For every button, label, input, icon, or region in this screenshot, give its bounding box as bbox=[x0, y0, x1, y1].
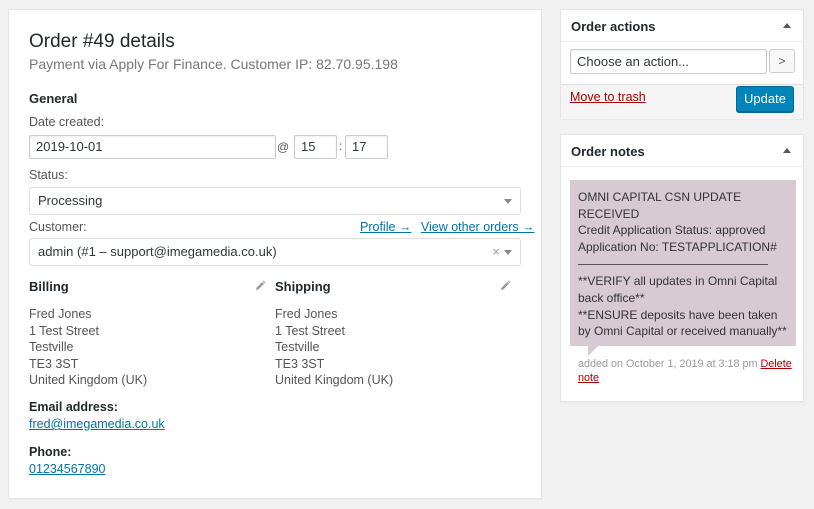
email-label: Email address: bbox=[29, 400, 118, 414]
note-line: back office** bbox=[578, 290, 645, 305]
dropdown-caret-icon bbox=[504, 250, 512, 255]
billing-city: Testville bbox=[29, 340, 74, 355]
status-label: Status: bbox=[29, 168, 68, 182]
note-line: by Omni Capital or received manually** bbox=[578, 324, 787, 339]
order-notes-box: Order notes OMNI CAPITAL CSN UPDATE RECE… bbox=[560, 134, 804, 402]
note-content: OMNI CAPITAL CSN UPDATE RECEIVED Credit … bbox=[570, 180, 796, 346]
order-details-panel: Order #49 details Payment via Apply For … bbox=[8, 9, 542, 499]
order-actions-box: Order actions Choose an action... > Move… bbox=[560, 9, 804, 119]
billing-address: Fred Jones 1 Test Street Testville TE3 3… bbox=[29, 306, 147, 389]
order-actions-header[interactable]: Order actions bbox=[561, 10, 803, 42]
note-line: RECEIVED bbox=[578, 206, 640, 221]
apply-action-button[interactable]: > bbox=[769, 49, 795, 73]
date-created-label: Date created: bbox=[29, 115, 105, 129]
customer-label: Customer: bbox=[29, 220, 87, 234]
general-heading: General bbox=[29, 91, 78, 106]
billing-name: Fred Jones bbox=[29, 307, 92, 321]
toggle-triangle-icon[interactable] bbox=[783, 148, 791, 153]
note-line: Credit Application Status: approved bbox=[578, 223, 766, 238]
customer-value: admin (#1 – support@imegamedia.co.uk) bbox=[38, 244, 277, 259]
edit-pencil-icon[interactable] bbox=[499, 280, 511, 292]
note-timestamp: added on October 1, 2019 at 3:18 pm bbox=[578, 358, 758, 370]
note-line: **ENSURE deposits have been taken bbox=[578, 307, 778, 322]
chevron-right-icon: > bbox=[778, 54, 786, 68]
at-separator: @ bbox=[277, 140, 290, 154]
billing-heading: Billing bbox=[29, 279, 69, 294]
view-other-orders-link[interactable]: View other orders → bbox=[421, 220, 535, 234]
email-link[interactable]: fred@imegamedia.co.uk bbox=[29, 417, 165, 431]
time-colon: : bbox=[339, 139, 343, 153]
page-title: Order #49 details bbox=[29, 31, 175, 52]
phone-link[interactable]: 01234567890 bbox=[29, 462, 105, 476]
profile-link[interactable]: Profile → bbox=[360, 220, 411, 234]
note-bubble-tail bbox=[588, 346, 598, 356]
billing-postcode: TE3 3ST bbox=[29, 356, 79, 371]
note-meta: added on October 1, 2019 at 3:18 pm Dele… bbox=[578, 357, 793, 385]
billing-country: United Kingdom (UK) bbox=[29, 373, 148, 388]
status-value: Processing bbox=[38, 193, 103, 208]
order-actions-heading: Order actions bbox=[571, 19, 656, 34]
move-to-trash-link[interactable]: Move to trash bbox=[570, 90, 646, 104]
date-created-input[interactable]: 2019-10-01 bbox=[29, 135, 276, 159]
shipping-heading: Shipping bbox=[275, 279, 331, 294]
order-notes-heading: Order notes bbox=[571, 144, 645, 159]
order-notes-header[interactable]: Order notes bbox=[561, 135, 803, 167]
toggle-triangle-icon[interactable] bbox=[783, 23, 791, 28]
shipping-country: United Kingdom (UK) bbox=[275, 373, 394, 388]
edit-pencil-icon[interactable] bbox=[254, 280, 266, 292]
status-select[interactable]: Processing bbox=[29, 187, 521, 215]
shipping-city: Testville bbox=[275, 340, 320, 355]
note-line: **VERIFY all updates in Omni Capital bbox=[578, 274, 778, 289]
shipping-postcode: TE3 3ST bbox=[275, 356, 325, 371]
hour-input[interactable]: 15 bbox=[294, 135, 337, 159]
minute-input[interactable]: 17 bbox=[345, 135, 388, 159]
customer-select[interactable]: admin (#1 – support@imegamedia.co.uk) × bbox=[29, 238, 521, 266]
note-line: OMNI CAPITAL CSN UPDATE bbox=[578, 190, 742, 204]
order-subtitle: Payment via Apply For Finance. Customer … bbox=[29, 56, 398, 72]
dropdown-caret-icon bbox=[504, 199, 512, 204]
order-action-select[interactable]: Choose an action... bbox=[570, 49, 767, 74]
clear-customer-icon[interactable]: × bbox=[492, 239, 500, 265]
note-line: Application No: TESTAPPLICATION# bbox=[578, 239, 777, 254]
billing-street: 1 Test Street bbox=[29, 323, 99, 338]
shipping-address: Fred Jones 1 Test Street Testville TE3 3… bbox=[275, 306, 393, 389]
shipping-street: 1 Test Street bbox=[275, 323, 345, 338]
note-divider bbox=[578, 259, 768, 266]
update-button[interactable]: Update bbox=[736, 86, 794, 112]
shipping-name: Fred Jones bbox=[275, 307, 338, 321]
phone-label: Phone: bbox=[29, 445, 72, 459]
